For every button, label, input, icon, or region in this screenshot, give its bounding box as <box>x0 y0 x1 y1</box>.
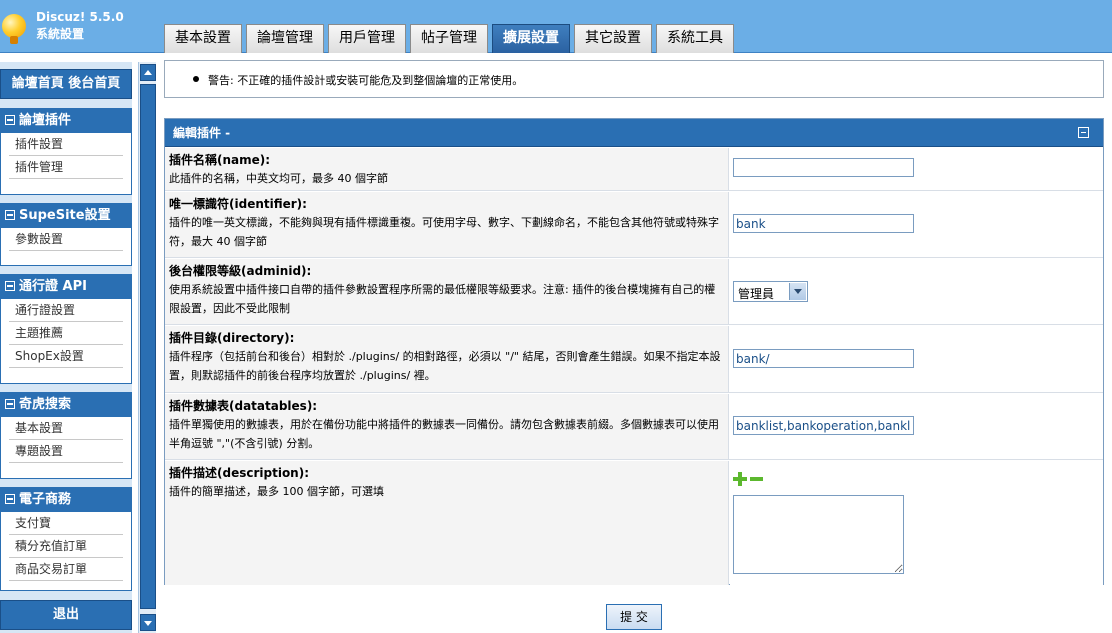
top-tabs: 基本設置 論壇管理 用戶管理 帖子管理 擴展設置 其它設置 系統工具 <box>164 24 738 54</box>
tab-basic-settings[interactable]: 基本設置 <box>164 24 242 53</box>
sidebar-section-forum-plugins: 論壇插件 插件設置 插件管理 <box>0 108 132 195</box>
main-content: 警告: 不正確的插件設計或安裝可能危及到整個論壇的正常使用。 編輯插件 - 插件… <box>156 53 1112 633</box>
scroll-down-icon[interactable] <box>140 614 156 631</box>
tab-extension-settings[interactable]: 擴展設置 <box>492 24 570 54</box>
field-description: 插件程序（包括前台和後台）相對於 ./plugins/ 的相對路徑，必須以 "/… <box>169 350 721 382</box>
collapse-icon[interactable] <box>5 115 15 125</box>
sidebar-item-topic-recommend[interactable]: 主題推薦 <box>9 322 123 345</box>
field-description: 插件單獨使用的數據表，用於在備份功能中將插件的數據表一同備份。請勿包含數據表前綴… <box>169 418 719 450</box>
collapse-icon[interactable] <box>5 399 15 409</box>
sidebar-section-supesite: SupeSite設置 參數設置 <box>0 203 132 266</box>
field-label: 插件名稱(name): <box>169 153 271 167</box>
field-description: 此插件的名稱，中英文均可，最多 40 個字節 <box>169 172 388 185</box>
admin-level-value: 管理員 <box>738 287 775 301</box>
field-label: 唯一標識符(identifier): <box>169 197 307 211</box>
header: Discuz! 5.5.0 系統設置 基本設置 論壇管理 用戶管理 帖子管理 擴… <box>0 0 1112 54</box>
collapse-icon[interactable] <box>1078 127 1089 138</box>
field-row-name: 插件名稱(name): 此插件的名稱，中英文均可，最多 40 個字節 <box>165 148 1103 191</box>
field-row-identifier: 唯一標識符(identifier): 插件的唯一英文標識，不能夠與現有插件標識重… <box>165 192 1103 258</box>
plugin-datatables-input[interactable] <box>733 416 914 435</box>
lightbulb-icon <box>2 14 26 44</box>
plugin-description-textarea[interactable] <box>733 495 904 574</box>
plugin-name-input[interactable] <box>733 158 914 177</box>
expand-plus-icon[interactable] <box>733 472 747 486</box>
field-label: 插件目錄(directory): <box>169 331 295 345</box>
sidebar-section-header[interactable]: 通行證 API <box>1 275 131 299</box>
sidebar-item-plugin-management[interactable]: 插件管理 <box>9 156 123 179</box>
sidebar-item-passport-settings[interactable]: 通行證設置 <box>9 299 123 322</box>
bullet-icon <box>193 76 199 82</box>
scroll-thumb[interactable] <box>140 84 156 609</box>
sidebar-item-alipay[interactable]: 支付寶 <box>9 512 123 535</box>
tab-user-management[interactable]: 用戶管理 <box>328 24 406 53</box>
sidebar-item-shopex-settings[interactable]: ShopEx設置 <box>9 345 123 368</box>
sidebar-section-header[interactable]: 論壇插件 <box>1 109 131 133</box>
sidebar-home-links[interactable]: 論壇首頁 後台首頁 <box>0 69 132 99</box>
plugin-identifier-input[interactable] <box>733 214 914 233</box>
collapse-icon[interactable] <box>5 494 15 504</box>
collapse-icon[interactable] <box>5 281 15 291</box>
field-description: 插件的唯一英文標識，不能夠與現有插件標識重複。可使用字母、數字、下劃線命名，不能… <box>169 216 719 248</box>
field-label: 後台權限等級(adminid): <box>169 264 312 278</box>
tab-post-management[interactable]: 帖子管理 <box>410 24 488 53</box>
app-name: Discuz! 5.5.0 <box>36 10 124 24</box>
shrink-minus-icon[interactable] <box>750 477 763 481</box>
form-title: 編輯插件 - <box>173 126 231 140</box>
sidebar-scrollbar[interactable] <box>138 62 156 633</box>
sidebar-item-trade-orders[interactable]: 商品交易訂單 <box>9 558 123 581</box>
chevron-down-icon[interactable] <box>789 283 806 300</box>
edit-plugin-form: 編輯插件 - 插件名稱(name): 此插件的名稱，中英文均可，最多 40 個字… <box>164 118 1104 585</box>
scroll-up-icon[interactable] <box>140 64 156 81</box>
field-row-adminid: 後台權限等級(adminid): 使用系統設置中插件接口自帶的插件參數設置程序所… <box>165 259 1103 325</box>
sidebar-section-header[interactable]: SupeSite設置 <box>1 204 131 228</box>
tab-forum-management[interactable]: 論壇管理 <box>246 24 324 53</box>
tab-other-settings[interactable]: 其它設置 <box>574 24 652 53</box>
sidebar-item-topic-settings[interactable]: 專題設置 <box>9 440 123 463</box>
field-row-description: 插件描述(description): 插件的簡單描述，最多 100 個字節，可選… <box>165 461 1103 585</box>
tab-system-tools[interactable]: 系統工具 <box>656 24 734 53</box>
sidebar-item-plugin-settings[interactable]: 插件設置 <box>9 133 123 156</box>
sidebar-section-passport-api: 通行證 API 通行證設置 主題推薦 ShopEx設置 <box>0 274 132 384</box>
admin-level-select[interactable]: 管理員 <box>733 281 808 302</box>
field-label: 插件數據表(datatables): <box>169 399 318 413</box>
field-row-directory: 插件目錄(directory): 插件程序（包括前台和後台）相對於 ./plug… <box>165 326 1103 393</box>
field-label: 插件描述(description): <box>169 466 310 480</box>
field-description: 使用系統設置中插件接口自帶的插件參數設置程序所需的最低權限等級要求。注意: 插件… <box>169 283 716 315</box>
form-header: 編輯插件 - <box>165 119 1103 147</box>
logout-button[interactable]: 退出 <box>0 600 132 630</box>
plugin-directory-input[interactable] <box>733 349 914 368</box>
app-subtitle: 系統設置 <box>36 27 85 41</box>
sidebar-item-parameter-settings[interactable]: 參數設置 <box>9 228 123 251</box>
collapse-icon[interactable] <box>5 210 15 220</box>
warning-box: 警告: 不正確的插件設計或安裝可能危及到整個論壇的正常使用。 <box>164 60 1104 98</box>
field-description: 插件的簡單描述，最多 100 個字節，可選填 <box>169 485 384 498</box>
submit-button[interactable]: 提 交 <box>606 604 662 630</box>
sidebar: 論壇首頁 後台首頁 論壇插件 插件設置 插件管理 SupeSite設置 參數設置… <box>0 62 132 633</box>
warning-text: 警告: 不正確的插件設計或安裝可能危及到整個論壇的正常使用。 <box>208 74 524 87</box>
field-row-datatables: 插件數據表(datatables): 插件單獨使用的數據表，用於在備份功能中將插… <box>165 394 1103 460</box>
sidebar-item-basic-settings[interactable]: 基本設置 <box>9 417 123 440</box>
logo: Discuz! 5.5.0 系統設置 <box>0 6 150 50</box>
sidebar-section-header[interactable]: 奇虎搜索 <box>1 393 131 417</box>
sidebar-item-credit-orders[interactable]: 積分充值訂單 <box>9 535 123 558</box>
sidebar-section-qihoo-search: 奇虎搜索 基本設置 專題設置 <box>0 392 132 479</box>
sidebar-section-ecommerce: 電子商務 支付寶 積分充值訂單 商品交易訂單 <box>0 487 132 591</box>
sidebar-section-header[interactable]: 電子商務 <box>1 488 131 512</box>
